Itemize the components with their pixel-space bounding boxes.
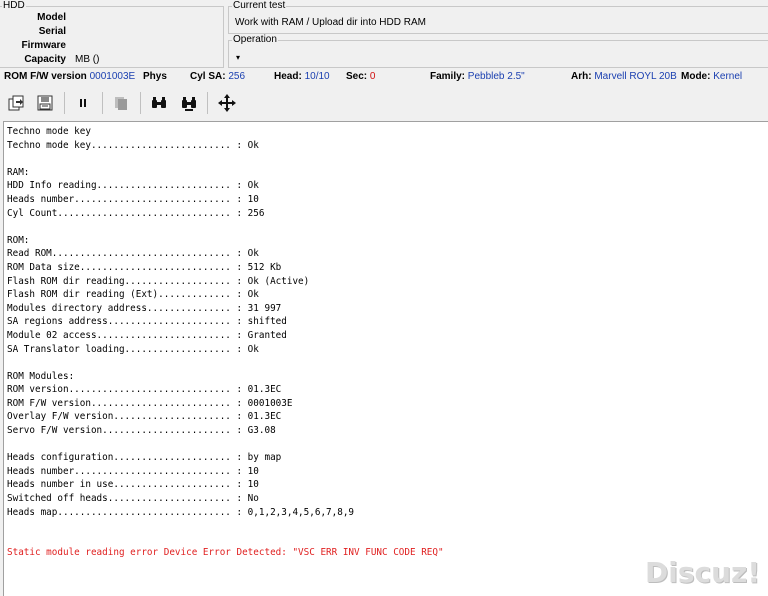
- head-label: Head:: [274, 71, 302, 82]
- log-line: Servo F/W version.......................…: [7, 425, 276, 437]
- log-line: ROM F/W version.........................…: [7, 397, 293, 409]
- family-label: Family:: [430, 71, 466, 82]
- head-value: 10/10: [304, 71, 330, 82]
- arh-label: Arh:: [571, 71, 592, 82]
- mode-label: Mode:: [681, 71, 711, 82]
- current-test-title: Current test: [232, 0, 287, 11]
- log-line: Heads map...............................…: [7, 506, 355, 518]
- log-output[interactable]: Techno mode key Techno mode key..........…: [3, 121, 768, 596]
- hdd-model-row: Model: [0, 12, 224, 25]
- rom-fw-value: 0001003E: [89, 71, 136, 82]
- copy-icon[interactable]: [111, 93, 131, 113]
- operation-group: Operation ▾: [228, 34, 768, 68]
- firmware-label: Firmware: [21, 40, 66, 51]
- hdd-group-title: HDD: [2, 0, 26, 11]
- hdd-capacity-row: Capacity MB (): [0, 54, 224, 67]
- hdd-info-group: HDD Model Serial Firmware Capacity MB (): [0, 0, 224, 68]
- log-line: Heads number............................…: [7, 193, 259, 205]
- watermark-logo: Discuz!: [645, 556, 761, 589]
- arh-value: Marvell ROYL 20B: [594, 71, 677, 82]
- toolbar-separator: [102, 92, 103, 114]
- sec-label: Sec:: [346, 71, 368, 82]
- log-line: Switched off heads......................…: [7, 493, 259, 505]
- log-line: Cyl Count...............................…: [7, 207, 265, 219]
- log-line: ROM:: [7, 234, 30, 246]
- log-line: ROM Modules:: [7, 370, 75, 382]
- family-value: Pebbleb 2.5": [467, 71, 525, 82]
- sec-value: 0: [369, 71, 376, 82]
- family-indicator: Family: Pebbleb 2.5": [430, 71, 525, 82]
- current-test-group: Current test Work with RAM / Upload dir …: [228, 0, 768, 34]
- toolbar-separator: [64, 92, 65, 114]
- find-next-icon[interactable]: [179, 93, 199, 113]
- log-line: Techno mode key: [7, 126, 91, 137]
- cyl-sa-label: Cyl SA:: [190, 71, 226, 82]
- status-bar: ROM F/W version 0001003E Phys Cyl SA: 25…: [0, 68, 768, 85]
- operation-dropdown-arrow-icon[interactable]: ▾: [236, 53, 240, 62]
- pause-icon[interactable]: [73, 93, 93, 113]
- find-icon[interactable]: [149, 93, 169, 113]
- phys-indicator: Phys: [143, 71, 167, 82]
- log-line: Flash ROM dir reading (Ext).............…: [7, 289, 259, 301]
- toolbar: [0, 86, 768, 118]
- head-indicator: Head: 10/10: [274, 71, 330, 82]
- log-line: SA Translator loading...................…: [7, 343, 259, 355]
- mode-indicator: Mode: Kernel: [681, 71, 742, 82]
- save-icon[interactable]: [35, 93, 55, 113]
- model-label: Model: [37, 12, 66, 23]
- sec-indicator: Sec: 0: [346, 71, 375, 82]
- capacity-value: MB (): [75, 54, 100, 65]
- rom-fw-version: ROM F/W version 0001003E: [4, 71, 135, 82]
- log-line: SA regions address......................…: [7, 316, 287, 328]
- toolbar-separator: [207, 92, 208, 114]
- log-line: ROM Data size...........................…: [7, 261, 282, 273]
- log-line: ROM version.............................…: [7, 384, 282, 396]
- toolbar-separator: [140, 92, 141, 114]
- log-line: Heads number............................…: [7, 465, 259, 477]
- log-line: Modules directory address...............…: [7, 302, 282, 314]
- cyl-sa: Cyl SA: 256: [190, 71, 245, 82]
- cyl-sa-value: 256: [228, 71, 246, 82]
- rom-fw-label: ROM F/W version: [4, 71, 87, 82]
- log-line: Overlay F/W version.....................…: [7, 411, 282, 423]
- hdd-firmware-row: Firmware: [0, 40, 224, 53]
- log-line: Techno mode key.........................…: [7, 139, 259, 151]
- log-line: Flash ROM dir reading...................…: [7, 275, 310, 287]
- log-line: Module 02 access........................…: [7, 329, 287, 341]
- move-icon[interactable]: [217, 93, 237, 113]
- log-line: RAM:: [7, 166, 30, 178]
- log-line: Heads configuration.....................…: [7, 452, 282, 464]
- mode-value: Kernel: [713, 71, 743, 82]
- log-line: HDD Info reading........................…: [7, 180, 259, 192]
- capacity-label: Capacity: [24, 54, 66, 65]
- operation-title: Operation: [232, 34, 278, 45]
- hdd-serial-row: Serial: [0, 26, 224, 39]
- phys-label: Phys: [143, 71, 167, 82]
- arh-indicator: Arh: Marvell ROYL 20B: [571, 71, 677, 82]
- log-line: Read ROM................................…: [7, 248, 259, 260]
- open-icon[interactable]: [6, 93, 26, 113]
- current-test-value: Work with RAM / Upload dir into HDD RAM: [235, 17, 426, 28]
- log-line: Heads number in use.....................…: [7, 479, 259, 491]
- serial-label: Serial: [38, 26, 66, 37]
